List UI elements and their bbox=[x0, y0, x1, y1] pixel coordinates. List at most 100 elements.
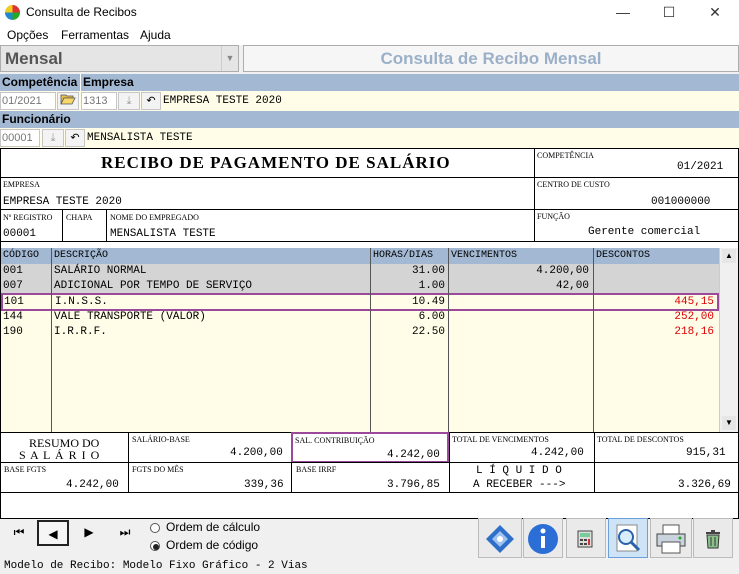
row-horas: 22.50 bbox=[411, 326, 445, 338]
close-button[interactable]: ✕ bbox=[692, 0, 738, 25]
empresa-field-label: EMPRESA bbox=[3, 180, 40, 189]
row-codigo: 001 bbox=[3, 265, 23, 277]
mode-select[interactable]: Mensal ▼ bbox=[0, 45, 239, 72]
centro-custo-label: CENTRO DE CUSTO bbox=[537, 180, 610, 189]
competencia-field-label: COMPETÊNCIA bbox=[537, 151, 594, 160]
resumo-line2: S A L Á R I O bbox=[19, 448, 101, 462]
row-descricao: I.R.R.F. bbox=[54, 326, 107, 338]
divider bbox=[370, 248, 371, 432]
row-desconto: 445,15 bbox=[674, 296, 714, 308]
divider bbox=[106, 209, 107, 242]
status-bar: Modelo de Recibo: Modelo Fixo Gráfico - … bbox=[4, 560, 308, 572]
ordem-codigo-label[interactable]: Ordem de código bbox=[166, 538, 258, 552]
sal-contribuicao-value: 4.242,00 bbox=[387, 449, 440, 461]
title-bar: Consulta de Recibos — ☐ ✕ bbox=[0, 0, 739, 25]
base-irrf-label: BASE IRRF bbox=[296, 465, 337, 474]
base-fgts-label: BASE FGTS bbox=[4, 465, 47, 474]
delete-button[interactable] bbox=[693, 518, 733, 558]
sal-contribuicao-label: SAL. CONTRIBUIÇÃO bbox=[295, 436, 375, 445]
scroll-up-icon[interactable]: ▲ bbox=[722, 249, 736, 263]
funcionario-code-input[interactable]: 00001 bbox=[0, 129, 40, 147]
divider bbox=[448, 248, 449, 432]
last-record-icon[interactable]: ⏭ bbox=[111, 520, 139, 546]
grid-header: CÓDIGO DESCRIÇÃO HORAS/DIAS VENCIMENTOS … bbox=[1, 248, 719, 264]
salario-base-label: SALÁRIO-BASE bbox=[132, 435, 190, 444]
chapa-label: CHAPA bbox=[66, 213, 93, 222]
scroll-down-icon[interactable]: ▼ bbox=[722, 416, 736, 430]
undo-icon[interactable]: ↶ bbox=[65, 129, 85, 147]
row-desconto: 218,16 bbox=[674, 326, 714, 338]
maximize-button[interactable]: ☐ bbox=[646, 0, 692, 25]
divider bbox=[1, 462, 738, 463]
divider bbox=[1, 177, 738, 178]
printer-icon bbox=[656, 524, 686, 554]
row-vencimento: 42,00 bbox=[555, 280, 589, 292]
empresa-name: EMPRESA TESTE 2020 bbox=[163, 95, 282, 107]
trash-icon bbox=[706, 530, 720, 549]
row-descricao: ADICIONAL POR TEMPO DE SERVIÇO bbox=[54, 280, 253, 292]
app-icon bbox=[5, 5, 20, 20]
menu-ferramentas[interactable]: Ferramentas bbox=[61, 28, 129, 42]
row-descricao: I.N.S.S. bbox=[55, 296, 108, 308]
menu-opcoes[interactable]: Opções bbox=[7, 28, 48, 42]
total-vencimentos-label: TOTAL DE VENCIMENTOS bbox=[452, 435, 549, 444]
radio-ordem-calculo[interactable] bbox=[150, 523, 160, 533]
undo-icon[interactable]: ↶ bbox=[141, 92, 161, 110]
fgts-mes-value: 339,36 bbox=[244, 479, 284, 491]
row-codigo: 190 bbox=[3, 326, 23, 338]
vertical-scrollbar[interactable]: ▲ ▼ bbox=[719, 248, 738, 432]
total-descontos-label: TOTAL DE DESCONTOS bbox=[597, 435, 684, 444]
nome-label: NOME DO EMPREGADO bbox=[110, 213, 199, 222]
preview-button[interactable] bbox=[608, 518, 648, 558]
row-horas: 31.00 bbox=[411, 265, 445, 277]
empresa-value: EMPRESA TESTE 2020 bbox=[3, 196, 122, 208]
col-descricao: DESCRIÇÃO bbox=[54, 250, 109, 261]
liquido-line1: L Í Q U I D O bbox=[476, 465, 562, 477]
empresa-label: Empresa bbox=[80, 74, 739, 91]
refresh-icon bbox=[486, 525, 514, 553]
total-descontos-value: 915,31 bbox=[686, 447, 726, 459]
divider bbox=[534, 149, 535, 241]
menu-ajuda[interactable]: Ajuda bbox=[140, 28, 171, 42]
divider bbox=[62, 209, 63, 242]
centro-custo-value: 001000000 bbox=[651, 196, 711, 208]
funcao-value: Gerente comercial bbox=[588, 226, 701, 238]
ordem-calculo-label[interactable]: Ordem de cálculo bbox=[166, 520, 260, 534]
row-horas: 6.00 bbox=[418, 311, 445, 323]
table-row[interactable]: 190 I.R.R.F. 22.50 218,16 bbox=[1, 325, 719, 340]
download-icon[interactable]: ⤓ bbox=[42, 129, 64, 147]
competencia-input[interactable]: 01/2021 bbox=[0, 92, 56, 110]
receipt-panel: RECIBO DE PAGAMENTO DE SALÁRIO COMPETÊNC… bbox=[0, 148, 739, 519]
previous-record-icon[interactable]: ◀ bbox=[37, 520, 69, 546]
chevron-down-icon[interactable]: ▼ bbox=[221, 46, 238, 71]
divider bbox=[1, 492, 738, 493]
magnifier-icon bbox=[616, 524, 641, 552]
nome-value: MENSALISTA TESTE bbox=[110, 228, 216, 240]
empresa-code-input[interactable]: 1313 bbox=[81, 92, 117, 110]
competencia-empresa-row: 01/2021 1313 ⤓ ↶ EMPRESA TESTE 2020 bbox=[0, 91, 739, 111]
divider bbox=[51, 248, 52, 432]
menu-bar: Opções Ferramentas Ajuda bbox=[0, 25, 739, 45]
funcionario-row: 00001 ⤓ ↶ MENSALISTA TESTE bbox=[0, 128, 739, 148]
liquido-value: 3.326,69 bbox=[678, 479, 731, 491]
info-icon bbox=[528, 524, 558, 554]
table-row[interactable]: 007 ADICIONAL POR TEMPO DE SERVIÇO 1.00 … bbox=[1, 279, 719, 294]
col-codigo: CÓDIGO bbox=[3, 250, 40, 261]
calculator-icon bbox=[577, 530, 593, 548]
minimize-button[interactable]: — bbox=[600, 0, 646, 25]
row-codigo: 101 bbox=[4, 296, 24, 308]
radio-ordem-codigo[interactable] bbox=[150, 541, 160, 551]
download-icon[interactable]: ⤓ bbox=[118, 92, 140, 110]
table-row[interactable]: 144 VALE TRANSPORTE (VALOR) 6.00 252,00 bbox=[1, 310, 719, 325]
table-row[interactable]: 001 SALÁRIO NORMAL 31.00 4.200,00 bbox=[1, 264, 719, 279]
calculator-button[interactable] bbox=[566, 518, 606, 558]
first-record-icon[interactable]: ⏮ bbox=[5, 520, 33, 546]
competencia-label: Competência bbox=[0, 74, 80, 91]
info-button[interactable] bbox=[523, 518, 563, 558]
folder-open-icon[interactable] bbox=[57, 92, 79, 110]
next-record-icon[interactable]: ▶ bbox=[75, 520, 103, 546]
refresh-button[interactable] bbox=[478, 518, 522, 558]
divider bbox=[593, 248, 594, 432]
table-row-selected[interactable]: 101 I.N.S.S. 10.49 445,15 bbox=[1, 293, 719, 311]
print-button[interactable] bbox=[650, 518, 692, 558]
